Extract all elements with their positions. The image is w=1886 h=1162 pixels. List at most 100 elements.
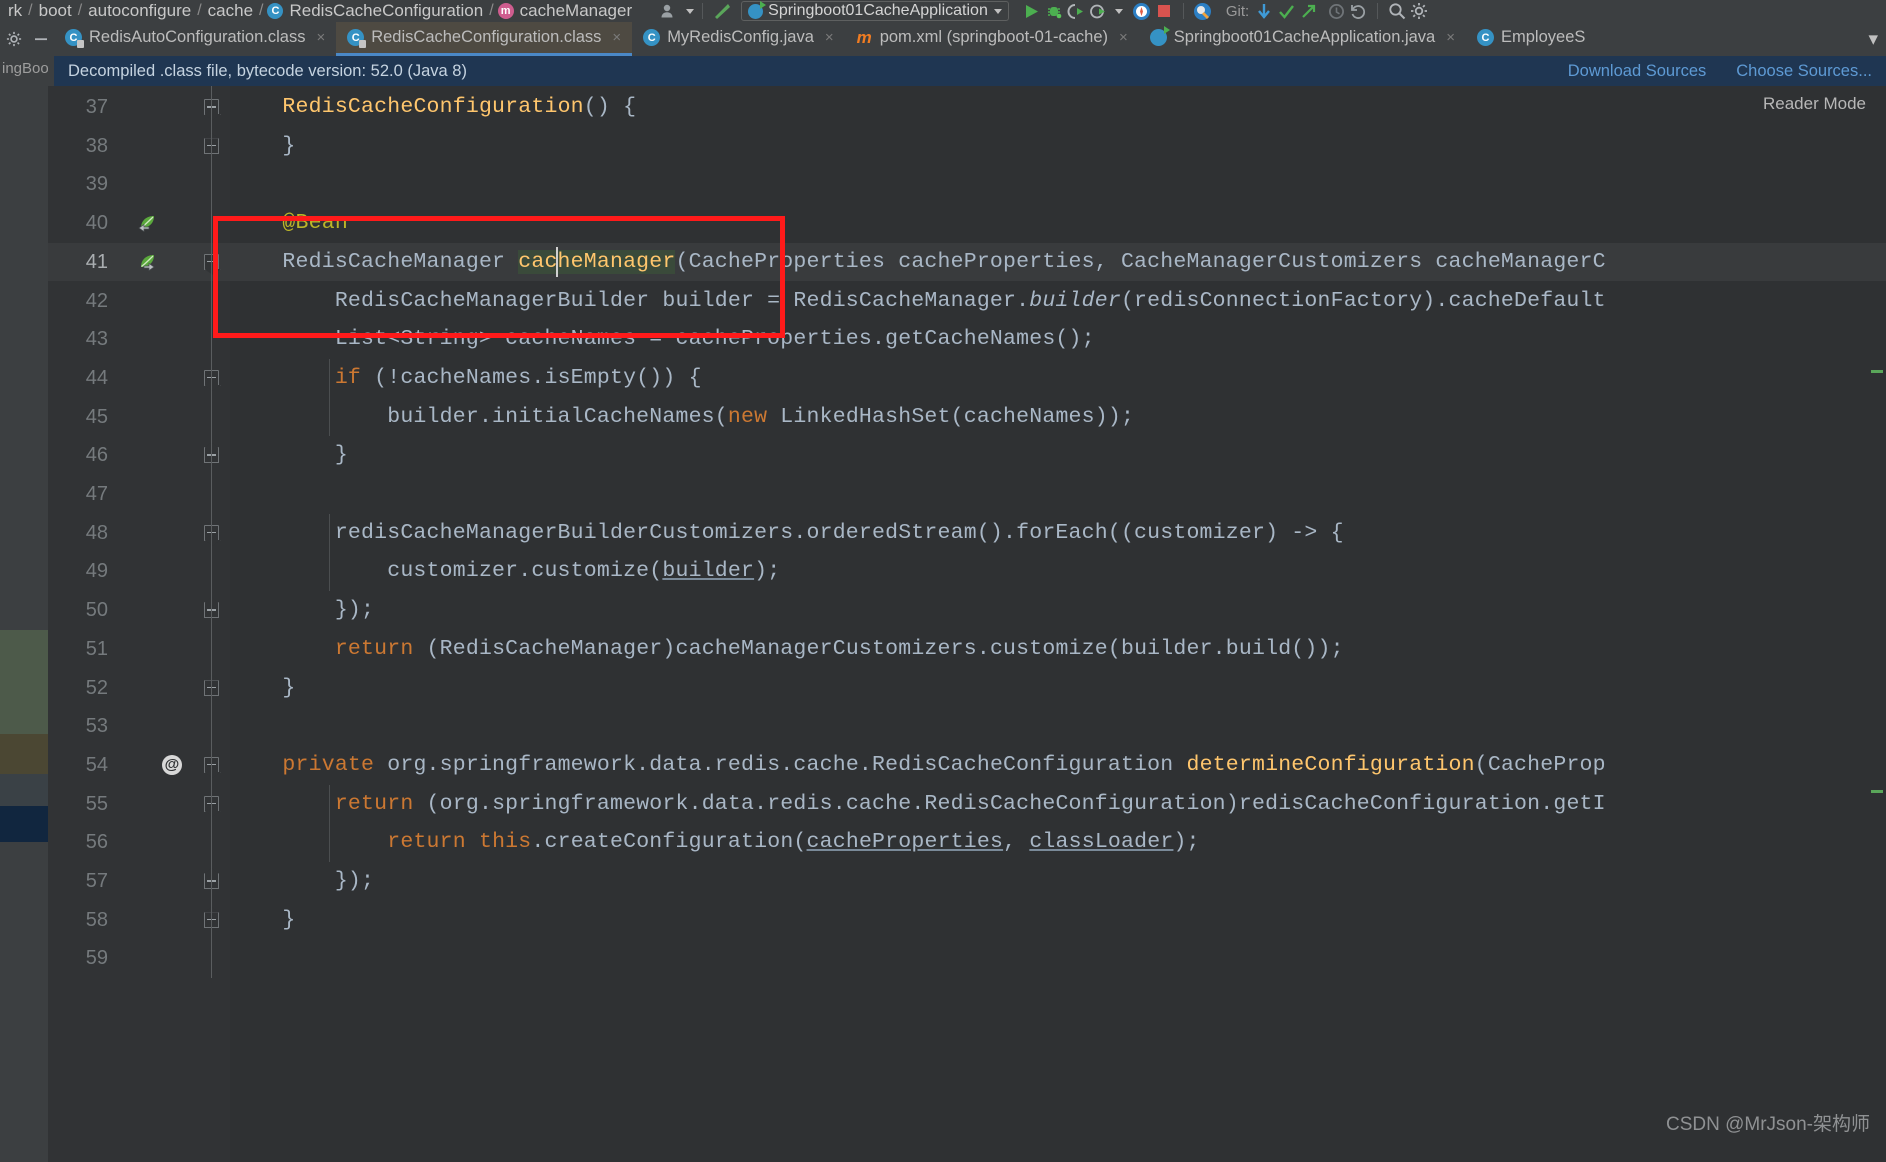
debug-icon[interactable] [1043, 1, 1065, 21]
class-icon: C [267, 3, 284, 19]
code-text: return this.createConfiguration(cachePro… [387, 830, 1200, 855]
editor-tab-rediscacheconfiguration[interactable]: C RedisCacheConfiguration.class × [336, 22, 633, 56]
git-update-icon[interactable] [1253, 1, 1275, 21]
line-number: 40 [85, 212, 108, 235]
indent-guide [329, 358, 330, 437]
code-line-53[interactable] [230, 707, 1886, 746]
chevron-down-icon[interactable] [993, 8, 1002, 14]
run-configuration-selector[interactable]: Springboot01CacheApplication [741, 0, 1009, 21]
code-text: RedisCacheManagerBuilder builder = Redis… [230, 288, 1606, 313]
java-class-icon: C [643, 29, 661, 46]
stop-icon[interactable] [1153, 1, 1175, 21]
decompiled-class-icon: C [65, 29, 84, 48]
chevron-down-icon[interactable] [1114, 8, 1123, 14]
bean-navigate-up-icon[interactable] [136, 212, 158, 234]
line-number: 37 [85, 96, 108, 118]
editor-tab-employees[interactable]: C EmployeeS [1466, 22, 1596, 56]
method-icon: m [497, 3, 514, 19]
search-icon[interactable] [1386, 1, 1408, 21]
code-line-38[interactable] [230, 127, 1886, 166]
scrollbar-marker-warning2[interactable] [1871, 790, 1883, 793]
close-icon[interactable]: × [1119, 29, 1128, 46]
scrollbar-marker-warning[interactable] [1871, 370, 1883, 373]
line-number: 56 [85, 831, 108, 854]
strip-marker-navy [0, 806, 48, 842]
breadcrumb-item-1[interactable]: boot [37, 1, 74, 21]
tab-label: EmployeeS [1501, 28, 1586, 46]
code-line-47[interactable] [230, 475, 1886, 514]
chevron-down-icon[interactable] [686, 8, 695, 14]
code-text: } [230, 675, 296, 700]
choose-sources-link[interactable]: Choose Sources... [1736, 62, 1872, 81]
indent-guide [329, 784, 330, 862]
code-line-52[interactable] [230, 669, 1886, 708]
code-text: }); [230, 598, 375, 623]
spring-boot-dashboard-icon[interactable] [1131, 1, 1153, 21]
code-text: private org.springframework.data.redis.c… [282, 752, 1606, 777]
editor-tab-myredisconfig[interactable]: C MyRedisConfig.java × [632, 22, 845, 56]
editor-tab-springboot01cacheapplication[interactable]: Springboot01CacheApplication.java × [1139, 22, 1466, 56]
code-text: @Bean [282, 211, 348, 236]
bean-navigate-down-icon[interactable] [136, 251, 158, 273]
breadcrumb-item-0[interactable]: rk [6, 1, 24, 21]
services-icon[interactable] [1192, 1, 1214, 21]
back-arrow-icon[interactable] [711, 1, 733, 21]
code-line-58[interactable] [230, 901, 1886, 940]
line-number: 46 [85, 444, 108, 467]
tab-label: MyRedisConfig.java [667, 28, 814, 46]
decompiled-class-icon: C [347, 29, 367, 48]
code-line-57[interactable] [230, 862, 1886, 901]
git-push-icon[interactable] [1297, 1, 1319, 21]
download-sources-link[interactable]: Download Sources [1568, 62, 1707, 81]
chevron-down-icon[interactable]: ▾ [1868, 28, 1878, 51]
code-line-39[interactable] [230, 165, 1886, 204]
line-number: 39 [85, 173, 108, 196]
tab-bar-controls [0, 22, 54, 56]
reader-mode-label[interactable]: Reader Mode [1763, 94, 1866, 114]
line-number: 54 [85, 753, 108, 776]
line-number: 44 [85, 366, 108, 389]
code-text: redisCacheManagerBuilderCustomizers.orde… [230, 520, 1344, 545]
profile-run-icon[interactable] [1087, 1, 1109, 21]
history-icon[interactable] [1325, 1, 1347, 21]
breadcrumb-item-3[interactable]: cache [206, 1, 255, 21]
breadcrumb-item-4[interactable]: RedisCacheConfiguration [287, 1, 485, 21]
editor-tab-redisautoconfiguration[interactable]: C RedisAutoConfiguration.class × [54, 22, 336, 56]
tab-overflow-control[interactable]: ▾ [1868, 22, 1886, 56]
code-text: return (org.springframework.data.redis.c… [334, 791, 1606, 816]
spring-boot-run-icon [748, 0, 767, 19]
line-number: 43 [85, 328, 108, 351]
breadcrumb-item-5[interactable]: cacheManager [518, 1, 634, 21]
undo-icon[interactable] [1347, 1, 1369, 21]
run-icon[interactable] [1021, 1, 1043, 21]
close-icon[interactable]: × [825, 29, 834, 46]
code-line-40[interactable] [230, 204, 1886, 243]
left-strip-label: ingBoo [2, 60, 48, 77]
tab-label: RedisAutoConfiguration.class [89, 28, 306, 46]
line-number: 58 [85, 908, 108, 931]
editor-tab-pom-xml[interactable]: m pom.xml (springboot-01-cache) × [845, 22, 1139, 56]
code-line-50[interactable] [230, 591, 1886, 630]
git-label: Git: [1225, 2, 1250, 20]
minimize-icon[interactable] [30, 29, 52, 49]
close-icon[interactable]: × [612, 29, 621, 46]
git-commit-icon[interactable] [1275, 1, 1297, 21]
indent-guide [329, 513, 330, 592]
breadcrumb-item-2[interactable]: autoconfigure [86, 1, 193, 21]
breadcrumb-separator: / [197, 2, 202, 19]
code-line-59[interactable] [230, 939, 1886, 978]
editor-gutter[interactable]: 37 38 39 40 41 42 43 44 45 46 47 48 49 50 51 52 53 54 @55 5… [48, 86, 230, 1162]
override-annotation-icon[interactable]: @ [162, 754, 182, 775]
editor-code-area[interactable]: RedisCacheConfiguration() { } @Bean Redi… [230, 86, 1886, 1162]
code-text: } [230, 133, 296, 158]
user-profile-icon[interactable] [658, 1, 680, 21]
gear-icon[interactable] [3, 29, 25, 49]
spring-boot-class-icon [1149, 26, 1170, 46]
code-line-46[interactable] [230, 436, 1886, 475]
code-editor[interactable]: 37 38 39 40 41 42 43 44 45 46 47 48 49 50 51 52 53 54 @55 5… [48, 86, 1886, 1162]
run-coverage-icon[interactable] [1065, 1, 1087, 21]
code-text: List<String> cacheNames = cachePropertie… [230, 327, 1095, 352]
close-icon[interactable]: × [316, 29, 325, 46]
gear-icon[interactable] [1408, 1, 1430, 21]
close-icon[interactable]: × [1446, 29, 1455, 46]
